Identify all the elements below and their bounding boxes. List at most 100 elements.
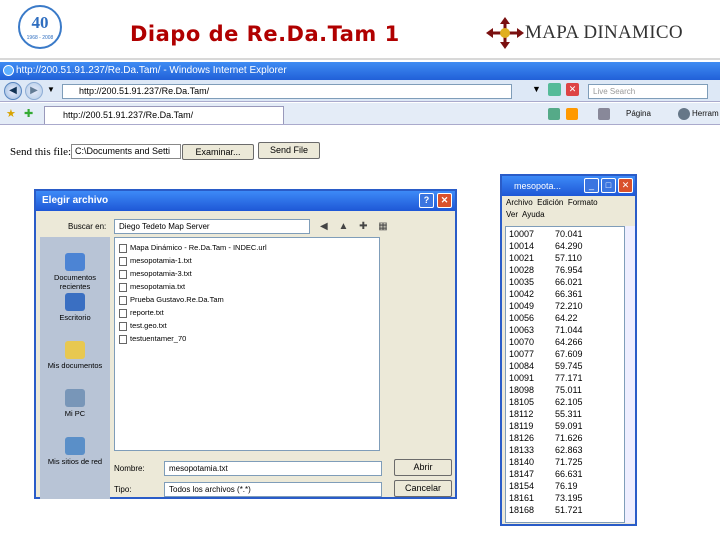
tools-menu[interactable]: Herram (692, 109, 719, 118)
file-list-item[interactable]: Prueba Gustavo.Re.Da.Tam (119, 294, 224, 305)
notepad-text-area[interactable]: 10007 70.041 10014 64.290 10021 57.110 10028 76… (505, 226, 625, 523)
tools-gear-icon[interactable] (678, 108, 690, 120)
dialog-toolbar[interactable]: ◀ ▲ ✚ ▦ (320, 221, 392, 232)
record-id: 18147 (509, 469, 535, 479)
notepad-window: mesopota... _ □ ✕ Archivo Edición Format… (500, 174, 637, 526)
record-value: 64.290 (555, 241, 583, 251)
send-file-button[interactable]: Send File (258, 142, 320, 159)
feeds-icon[interactable] (566, 108, 578, 120)
place-network[interactable]: Mis sitios de red (40, 437, 110, 466)
record-value: 73.195 (555, 493, 583, 503)
home-icon[interactable] (548, 108, 560, 120)
desktop-icon (65, 293, 85, 311)
record-id: 18140 (509, 457, 535, 467)
filetype-select[interactable]: Todos los archivos (*.*) (164, 482, 382, 497)
notepad-line: 10035 66.021 (509, 277, 583, 288)
stop-icon[interactable]: ✕ (566, 83, 579, 96)
notepad-line: 18147 66.631 (509, 469, 583, 480)
recent-documents-icon (65, 253, 85, 271)
network-places-icon (65, 437, 85, 455)
logo-caption: 1968 - 2008 (26, 35, 54, 41)
file-icon (119, 321, 127, 331)
print-icon[interactable] (598, 108, 610, 120)
file-name: mesopotamia.txt (130, 282, 186, 291)
dialog-title: Elegir archivo (42, 195, 109, 206)
notepad-line: 18133 62.863 (509, 445, 583, 456)
notepad-line: 18105 62.105 (509, 397, 583, 408)
back-button[interactable]: ◀ (4, 82, 22, 100)
mapa-dinamico-logo-icon (486, 17, 524, 49)
record-value: 71.044 (555, 325, 583, 335)
notepad-close-button[interactable]: ✕ (618, 178, 633, 193)
filename-label: Nombre: (114, 464, 145, 473)
menu-formato[interactable]: Formato (568, 198, 598, 207)
file-list[interactable]: Mapa Dinámico - Re.Da.Tam - INDEC.url mes… (114, 237, 380, 451)
menu-archivo[interactable]: Archivo (506, 198, 533, 207)
place-my-documents[interactable]: Mis documentos (40, 341, 110, 370)
record-value: 71.725 (555, 457, 583, 467)
record-value: 66.361 (555, 289, 583, 299)
minimize-button[interactable]: _ (584, 178, 599, 193)
notepad-line: 10049 72.210 (509, 301, 583, 312)
browser-window-title: http://200.51.91.237/Re.Da.Tam/ - Window… (16, 65, 287, 76)
menu-ayuda[interactable]: Ayuda (522, 210, 545, 219)
browse-button[interactable]: Examinar... (182, 144, 254, 160)
close-button[interactable]: ✕ (437, 193, 452, 208)
place-my-pc[interactable]: Mi PC (40, 389, 110, 418)
history-dropdown-icon[interactable]: ▼ (47, 85, 55, 94)
record-value: 66.021 (555, 277, 583, 287)
my-documents-icon (65, 341, 85, 359)
look-in-select[interactable]: Diego Tedeto Map Server (114, 219, 310, 234)
header-divider (0, 58, 720, 60)
cancel-button[interactable]: Cancelar (394, 480, 452, 497)
notepad-line: 18161 73.195 (509, 493, 583, 504)
tab-redatam[interactable]: http://200.51.91.237/Re.Da.Tam/ (44, 106, 284, 124)
record-value: 62.863 (555, 445, 583, 455)
maximize-button[interactable]: □ (601, 178, 616, 193)
help-button[interactable]: ? (419, 193, 434, 208)
add-favorites-icon[interactable]: ✚ (24, 107, 33, 120)
record-id: 10091 (509, 373, 535, 383)
address-bar[interactable]: http://200.51.91.237/Re.Da.Tam/ (62, 84, 512, 99)
record-value: 76.954 (555, 265, 583, 275)
page-menu[interactable]: Página (626, 109, 651, 118)
notepad-scrollbar[interactable] (625, 226, 635, 523)
file-name: mesopotamia-1.txt (130, 256, 192, 265)
look-in-label: Buscar en: (68, 222, 107, 231)
file-list-item[interactable]: Mapa Dinámico - Re.Da.Tam - INDEC.url (119, 242, 267, 253)
file-list-item[interactable]: test.geo.txt (119, 320, 167, 331)
notepad-line: 10021 57.110 (509, 253, 582, 264)
refresh-icon[interactable] (548, 83, 561, 96)
notepad-line: 10028 76.954 (509, 265, 583, 276)
file-list-item[interactable]: mesopotamia.txt (119, 281, 185, 292)
file-list-item[interactable]: testuentamer_70 (119, 333, 186, 344)
file-path-input[interactable]: C:\Documents and Setti (71, 144, 181, 159)
filename-input[interactable]: mesopotamia.txt (164, 461, 382, 476)
dialog-title-bar: Elegir archivo ? ✕ (36, 191, 455, 211)
record-value: 67.609 (555, 349, 583, 359)
file-icon (119, 282, 127, 292)
file-list-item[interactable]: mesopotamia-3.txt (119, 268, 192, 279)
place-desktop[interactable]: Escritorio (40, 293, 110, 322)
record-id: 18119 (509, 421, 534, 431)
notepad-line: 10014 64.290 (509, 241, 583, 252)
record-value: 77.171 (555, 373, 583, 383)
record-value: 64.266 (555, 337, 583, 347)
record-id: 10063 (509, 325, 535, 335)
open-button[interactable]: Abrir (394, 459, 452, 476)
logo-number: 40 (31, 13, 49, 32)
menu-edicion[interactable]: Edición (537, 198, 563, 207)
record-value: 62.105 (555, 397, 583, 407)
forward-button[interactable]: ▶ (25, 82, 43, 100)
address-dropdown-icon[interactable]: ▼ (532, 84, 541, 94)
file-list-item[interactable]: reporte.txt (119, 307, 164, 318)
my-pc-icon (65, 389, 85, 407)
record-id: 10049 (509, 301, 535, 311)
favorites-star-icon[interactable]: ★ (6, 107, 16, 120)
menu-ver[interactable]: Ver (506, 210, 518, 219)
file-list-item[interactable]: mesopotamia-1.txt (119, 255, 192, 266)
place-recent[interactable]: Documentos recientes (40, 253, 110, 291)
live-search-input[interactable]: Live Search (588, 84, 708, 99)
record-id: 18168 (509, 505, 535, 515)
record-value: 51.721 (555, 505, 583, 515)
